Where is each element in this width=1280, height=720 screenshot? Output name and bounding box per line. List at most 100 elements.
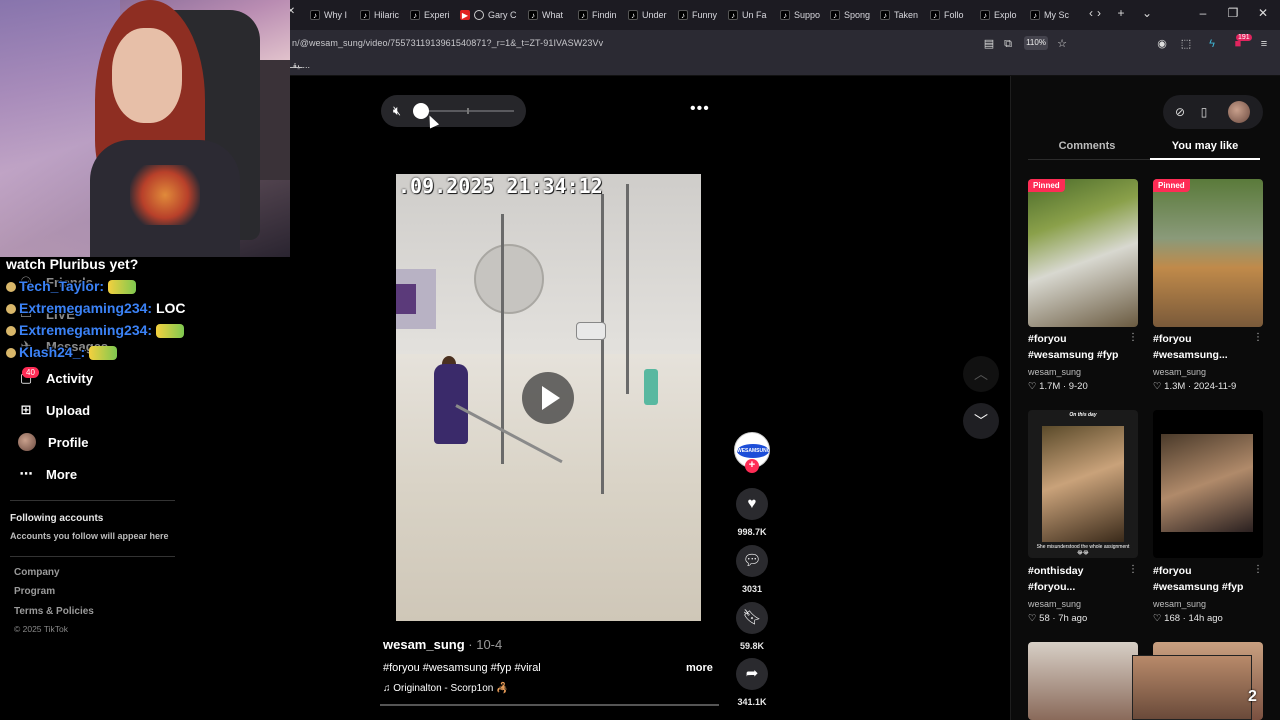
upload-icon: ⊞	[20, 402, 32, 417]
video-card-user[interactable]: wesam_sung	[1153, 599, 1206, 609]
browser-tab[interactable]: ♪ What	[528, 6, 578, 24]
card-more-icon[interactable]: ⋮	[1128, 564, 1138, 575]
footer-link-terms[interactable]: Terms & Policies	[14, 606, 94, 617]
volume-slider[interactable]	[418, 110, 514, 112]
browser-tab[interactable]: ♪ My Sc	[1030, 6, 1082, 24]
phone-icon[interactable]: ▯	[1196, 104, 1212, 120]
muted-speaker-icon[interactable]: 🔇︎	[389, 103, 405, 119]
video-card-title[interactable]: #foryou #wesamsung #fyp	[1028, 331, 1128, 363]
browser-tab[interactable]: ♪ Why I	[310, 6, 360, 24]
compass-icon[interactable]: ⊘	[1172, 104, 1188, 120]
video-card-stats: ♡ 168 · 14h ago	[1153, 613, 1223, 624]
video-card-thumbnail[interactable]: Pinned	[1153, 179, 1263, 327]
browser-tab[interactable]: ♪ Findin	[578, 6, 628, 24]
browser-tab[interactable]: ♪ Spong	[830, 6, 880, 24]
zoom-level[interactable]: 110%	[1024, 36, 1048, 50]
browser-tab[interactable]: ♪ Funny	[678, 6, 728, 24]
video-author[interactable]: wesam_sung · 10-4	[383, 637, 502, 652]
video-card-title[interactable]: #foryou #wesamsung #fyp	[1153, 563, 1253, 595]
tiktok-icon: ♪	[310, 10, 320, 20]
menu-icon[interactable]: ≡	[1256, 36, 1272, 52]
extension-badge: 191	[1236, 34, 1252, 41]
extensions-icon[interactable]: ⬚	[1178, 36, 1194, 52]
browser-tab[interactable]: ▶ Gary C	[460, 6, 520, 24]
video-card-stats: ♡ 1.7M · 9-20	[1028, 381, 1088, 392]
bookmark-item[interactable]: ـيقـ...	[290, 60, 310, 71]
window-close-icon[interactable]: ✕	[1254, 6, 1272, 20]
video-card-thumbnail[interactable]	[1153, 410, 1263, 558]
video-caption[interactable]: #foryou #wesamsung #fyp #viral	[383, 662, 541, 674]
card-more-icon[interactable]: ⋮	[1128, 332, 1138, 343]
video-scene-object	[396, 284, 416, 314]
browser-tab[interactable]: ♪ Suppo	[780, 6, 830, 24]
browser-tab[interactable]: ♪ Explo	[980, 6, 1030, 24]
emote-icon	[156, 324, 185, 339]
previous-video-button[interactable]: ︿	[963, 356, 999, 392]
video-card-user[interactable]: wesam_sung	[1153, 367, 1206, 377]
tab-you-may-like[interactable]: You may like	[1150, 140, 1260, 152]
save-button[interactable]: 🔖︎	[736, 602, 768, 634]
volume-tick	[467, 108, 469, 114]
overlay-number: 2	[1248, 688, 1257, 705]
video-scene-pole	[626, 184, 629, 394]
browser-tab[interactable]: ♪ Un Fa	[728, 6, 778, 24]
video-sound[interactable]: ♫ Originalton - Scorp1on 🦂	[383, 683, 509, 694]
tiktok-icon: ♪	[880, 10, 890, 20]
tab-comments[interactable]: Comments	[1028, 140, 1146, 152]
like-button[interactable]: ♥	[736, 488, 768, 520]
video-card-stats: ♡ 58 · 7h ago	[1028, 613, 1088, 624]
screenshot-icon[interactable]: ⧉	[1000, 36, 1016, 52]
url-field[interactable]: n/@wesam_sung/video/7557311913961540871?…	[292, 38, 603, 48]
tab-list-icon[interactable]: ⌄	[1138, 6, 1156, 20]
browser-tab[interactable]: ♪ Hilaric	[360, 6, 410, 24]
youtube-icon: ▶	[460, 10, 470, 20]
video-progress-bar[interactable]	[380, 704, 719, 706]
video-card-thumbnail[interactable]: On this day She misunderstood the whole …	[1028, 410, 1138, 558]
next-video-button[interactable]: ﹀	[963, 403, 999, 439]
video-card-title[interactable]: #onthisday #foryou...	[1028, 563, 1128, 595]
heart-icon: ♥	[747, 495, 757, 512]
new-tab-icon[interactable]: +	[1112, 6, 1130, 20]
browser-tab[interactable]: ♪ Follo	[930, 6, 980, 24]
video-scene-table	[474, 244, 544, 314]
account-icon[interactable]: ◉	[1154, 36, 1170, 52]
footer-link-program[interactable]: Program	[14, 586, 55, 597]
minimize-icon[interactable]: –	[1194, 6, 1212, 20]
card-more-icon[interactable]: ⋮	[1253, 332, 1263, 343]
tab-scroll-right-icon[interactable]: ›	[1090, 6, 1108, 20]
browser-tab[interactable]: ♪ Taken	[880, 6, 930, 24]
more-options-icon[interactable]: •••	[690, 100, 710, 118]
video-card-title[interactable]: #foryou #wesamsung...	[1153, 331, 1253, 363]
chevron-down-icon: ﹀	[974, 413, 988, 429]
reader-view-icon[interactable]: ▤	[981, 36, 997, 52]
card-more-icon[interactable]: ⋮	[1253, 564, 1263, 575]
video-card-user[interactable]: wesam_sung	[1028, 599, 1081, 609]
bookmark-star-icon[interactable]: ☆	[1054, 36, 1070, 52]
comment-button[interactable]: 💬︎	[736, 545, 768, 577]
browser-tab[interactable]: ♪ Experi	[410, 6, 460, 24]
heart-outline-icon: ♡	[1153, 381, 1165, 392]
video-card-thumbnail[interactable]: Pinned	[1028, 179, 1138, 327]
sidebar-item-upload[interactable]: ⊞ Upload	[18, 402, 91, 418]
browser-tab[interactable]: ♪ Under	[628, 6, 678, 24]
tiktok-icon: ♪	[1030, 10, 1040, 20]
emote-icon	[108, 280, 137, 295]
tiktok-icon: ♪	[528, 10, 538, 20]
chat-message: Tech_Taylor:	[6, 278, 137, 295]
video-scene-pole	[501, 214, 504, 464]
follow-button[interactable]: +	[745, 459, 759, 473]
maximize-icon[interactable]: ❐	[1224, 6, 1242, 20]
video-scene-device	[576, 322, 606, 340]
sidebar-item-more[interactable]: ⋯ More	[18, 466, 78, 482]
sidebar-item-profile[interactable]: Profile	[18, 433, 88, 451]
avatar[interactable]	[1228, 101, 1250, 123]
share-button[interactable]: ➦	[736, 658, 768, 690]
caption-more-link[interactable]: more	[686, 662, 713, 674]
thumbnail-image	[1042, 426, 1124, 542]
footer-link-company[interactable]: Company	[14, 567, 60, 578]
video-card-thumbnail[interactable]	[1028, 642, 1138, 720]
play-button[interactable]	[522, 372, 574, 424]
extension-icon[interactable]: ϟ	[1204, 36, 1220, 52]
video-card-user[interactable]: wesam_sung	[1028, 367, 1081, 377]
webcam-person-face	[112, 28, 182, 123]
